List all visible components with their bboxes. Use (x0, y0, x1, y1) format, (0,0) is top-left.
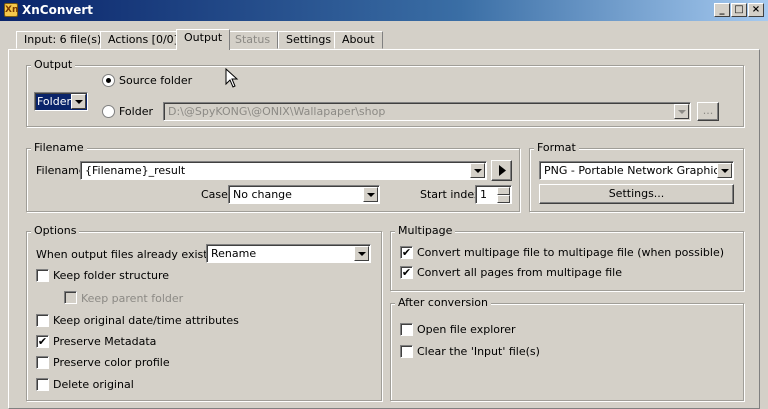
exist-select[interactable]: Rename (206, 244, 371, 263)
tab-output[interactable]: Output (176, 29, 231, 50)
open-explorer-label: Open file explorer (417, 323, 516, 336)
chevron-down-icon[interactable] (354, 246, 369, 261)
case-value: No change (233, 188, 292, 201)
after-conversion-group-label: After conversion (395, 297, 491, 309)
checkmark-icon: ✔ (401, 266, 412, 279)
filename-field[interactable]: {Filename}_result (80, 161, 487, 180)
preserve-metadata-label: Preserve Metadata (53, 335, 157, 348)
preserve-color-profile-checkbox[interactable] (36, 356, 49, 369)
exist-value: Rename (211, 247, 257, 260)
keep-datetime-checkbox[interactable] (36, 314, 49, 327)
filename-value: {Filename}_result (85, 164, 186, 177)
chevron-down-icon[interactable] (674, 104, 689, 119)
format-group-label: Format (534, 142, 579, 154)
checkmark-icon: ✔ (401, 246, 412, 259)
convert-all-pages-label: Convert all pages from multipage file (417, 266, 622, 279)
multipage-group (390, 231, 744, 291)
case-select[interactable]: No change (228, 185, 380, 204)
case-label: Case (201, 188, 228, 201)
tab-settings[interactable]: Settings (278, 31, 340, 49)
spin-down-icon[interactable] (497, 195, 510, 203)
folder-path-field[interactable]: D:\@SpyKONG\@ONIX\Wallapaper\shop (163, 102, 691, 121)
folder-radio[interactable] (102, 105, 115, 118)
keep-parent-folder-label: Keep parent folder (81, 292, 184, 305)
format-select[interactable]: PNG - Portable Network Graphics (539, 161, 734, 180)
filename-group-label: Filename (31, 142, 87, 154)
tab-status[interactable]: Status (227, 31, 279, 49)
filename-insert-button[interactable] (491, 160, 512, 181)
chevron-down-icon[interactable] (363, 187, 378, 202)
multipage-group-label: Multipage (395, 225, 456, 237)
checkmark-icon: ✔ (37, 335, 48, 348)
tab-label: Output (184, 31, 223, 44)
format-value: PNG - Portable Network Graphics (544, 164, 726, 177)
format-settings-button[interactable]: Settings... (539, 184, 734, 204)
exist-label: When output files already exist (36, 248, 208, 261)
keep-parent-folder-checkbox[interactable] (64, 291, 77, 304)
play-arrow-icon (499, 165, 506, 176)
tab-label: About (342, 33, 375, 46)
convert-multipage-checkbox[interactable]: ✔ (400, 246, 413, 259)
folder-label: Folder (119, 105, 153, 118)
tab-label: Settings (286, 33, 332, 46)
window-title: XnConvert (22, 3, 94, 17)
chevron-down-icon[interactable] (71, 94, 86, 109)
keep-folder-structure-checkbox[interactable] (36, 269, 49, 282)
delete-original-checkbox[interactable] (36, 378, 49, 391)
options-group-label: Options (31, 225, 80, 237)
convert-multipage-label: Convert multipage file to multipage file… (417, 246, 725, 259)
tab-actions[interactable]: Actions [0/0] (100, 31, 186, 49)
start-index-spinner[interactable]: 1 (475, 185, 512, 204)
app-icon: Xn (4, 3, 19, 17)
browse-button[interactable]: ... (697, 102, 719, 121)
chevron-down-icon[interactable] (717, 163, 732, 178)
output-target-select[interactable]: Folder (34, 92, 88, 111)
convert-all-pages-checkbox[interactable]: ✔ (400, 266, 413, 279)
title-bar: Xn XnConvert _ □ × (0, 0, 768, 21)
preserve-color-profile-label: Preserve color profile (53, 356, 170, 369)
delete-original-label: Delete original (53, 378, 134, 391)
output-target-value: Folder (37, 95, 71, 108)
keep-folder-structure-label: Keep folder structure (53, 269, 170, 282)
filename-label: Filename (36, 164, 86, 177)
clear-input-checkbox[interactable] (400, 345, 413, 358)
source-folder-radio[interactable] (102, 74, 115, 87)
tab-label: Actions [0/0] (108, 33, 178, 46)
output-group-label: Output (31, 59, 76, 71)
folder-path-value: D:\@SpyKONG\@ONIX\Wallapaper\shop (168, 105, 386, 118)
clear-input-label: Clear the 'Input' file(s) (417, 345, 540, 358)
tab-label: Input: 6 file(s) (24, 33, 102, 46)
source-folder-label: Source folder (119, 74, 193, 87)
mouse-cursor-icon (225, 68, 239, 88)
tab-input[interactable]: Input: 6 file(s) (16, 31, 110, 49)
tab-label: Status (235, 33, 271, 46)
start-index-value: 1 (480, 188, 487, 201)
tab-about[interactable]: About (334, 31, 383, 49)
chevron-down-icon[interactable] (470, 163, 485, 178)
preserve-metadata-checkbox[interactable]: ✔ (36, 335, 49, 348)
start-index-label: Start index (420, 188, 481, 201)
close-button[interactable]: × (748, 3, 764, 17)
open-explorer-checkbox[interactable] (400, 323, 413, 336)
spin-up-icon[interactable] (497, 187, 510, 195)
maximize-button[interactable]: □ (731, 3, 747, 17)
keep-datetime-label: Keep original date/time attributes (53, 314, 239, 327)
minimize-button[interactable]: _ (714, 3, 730, 17)
